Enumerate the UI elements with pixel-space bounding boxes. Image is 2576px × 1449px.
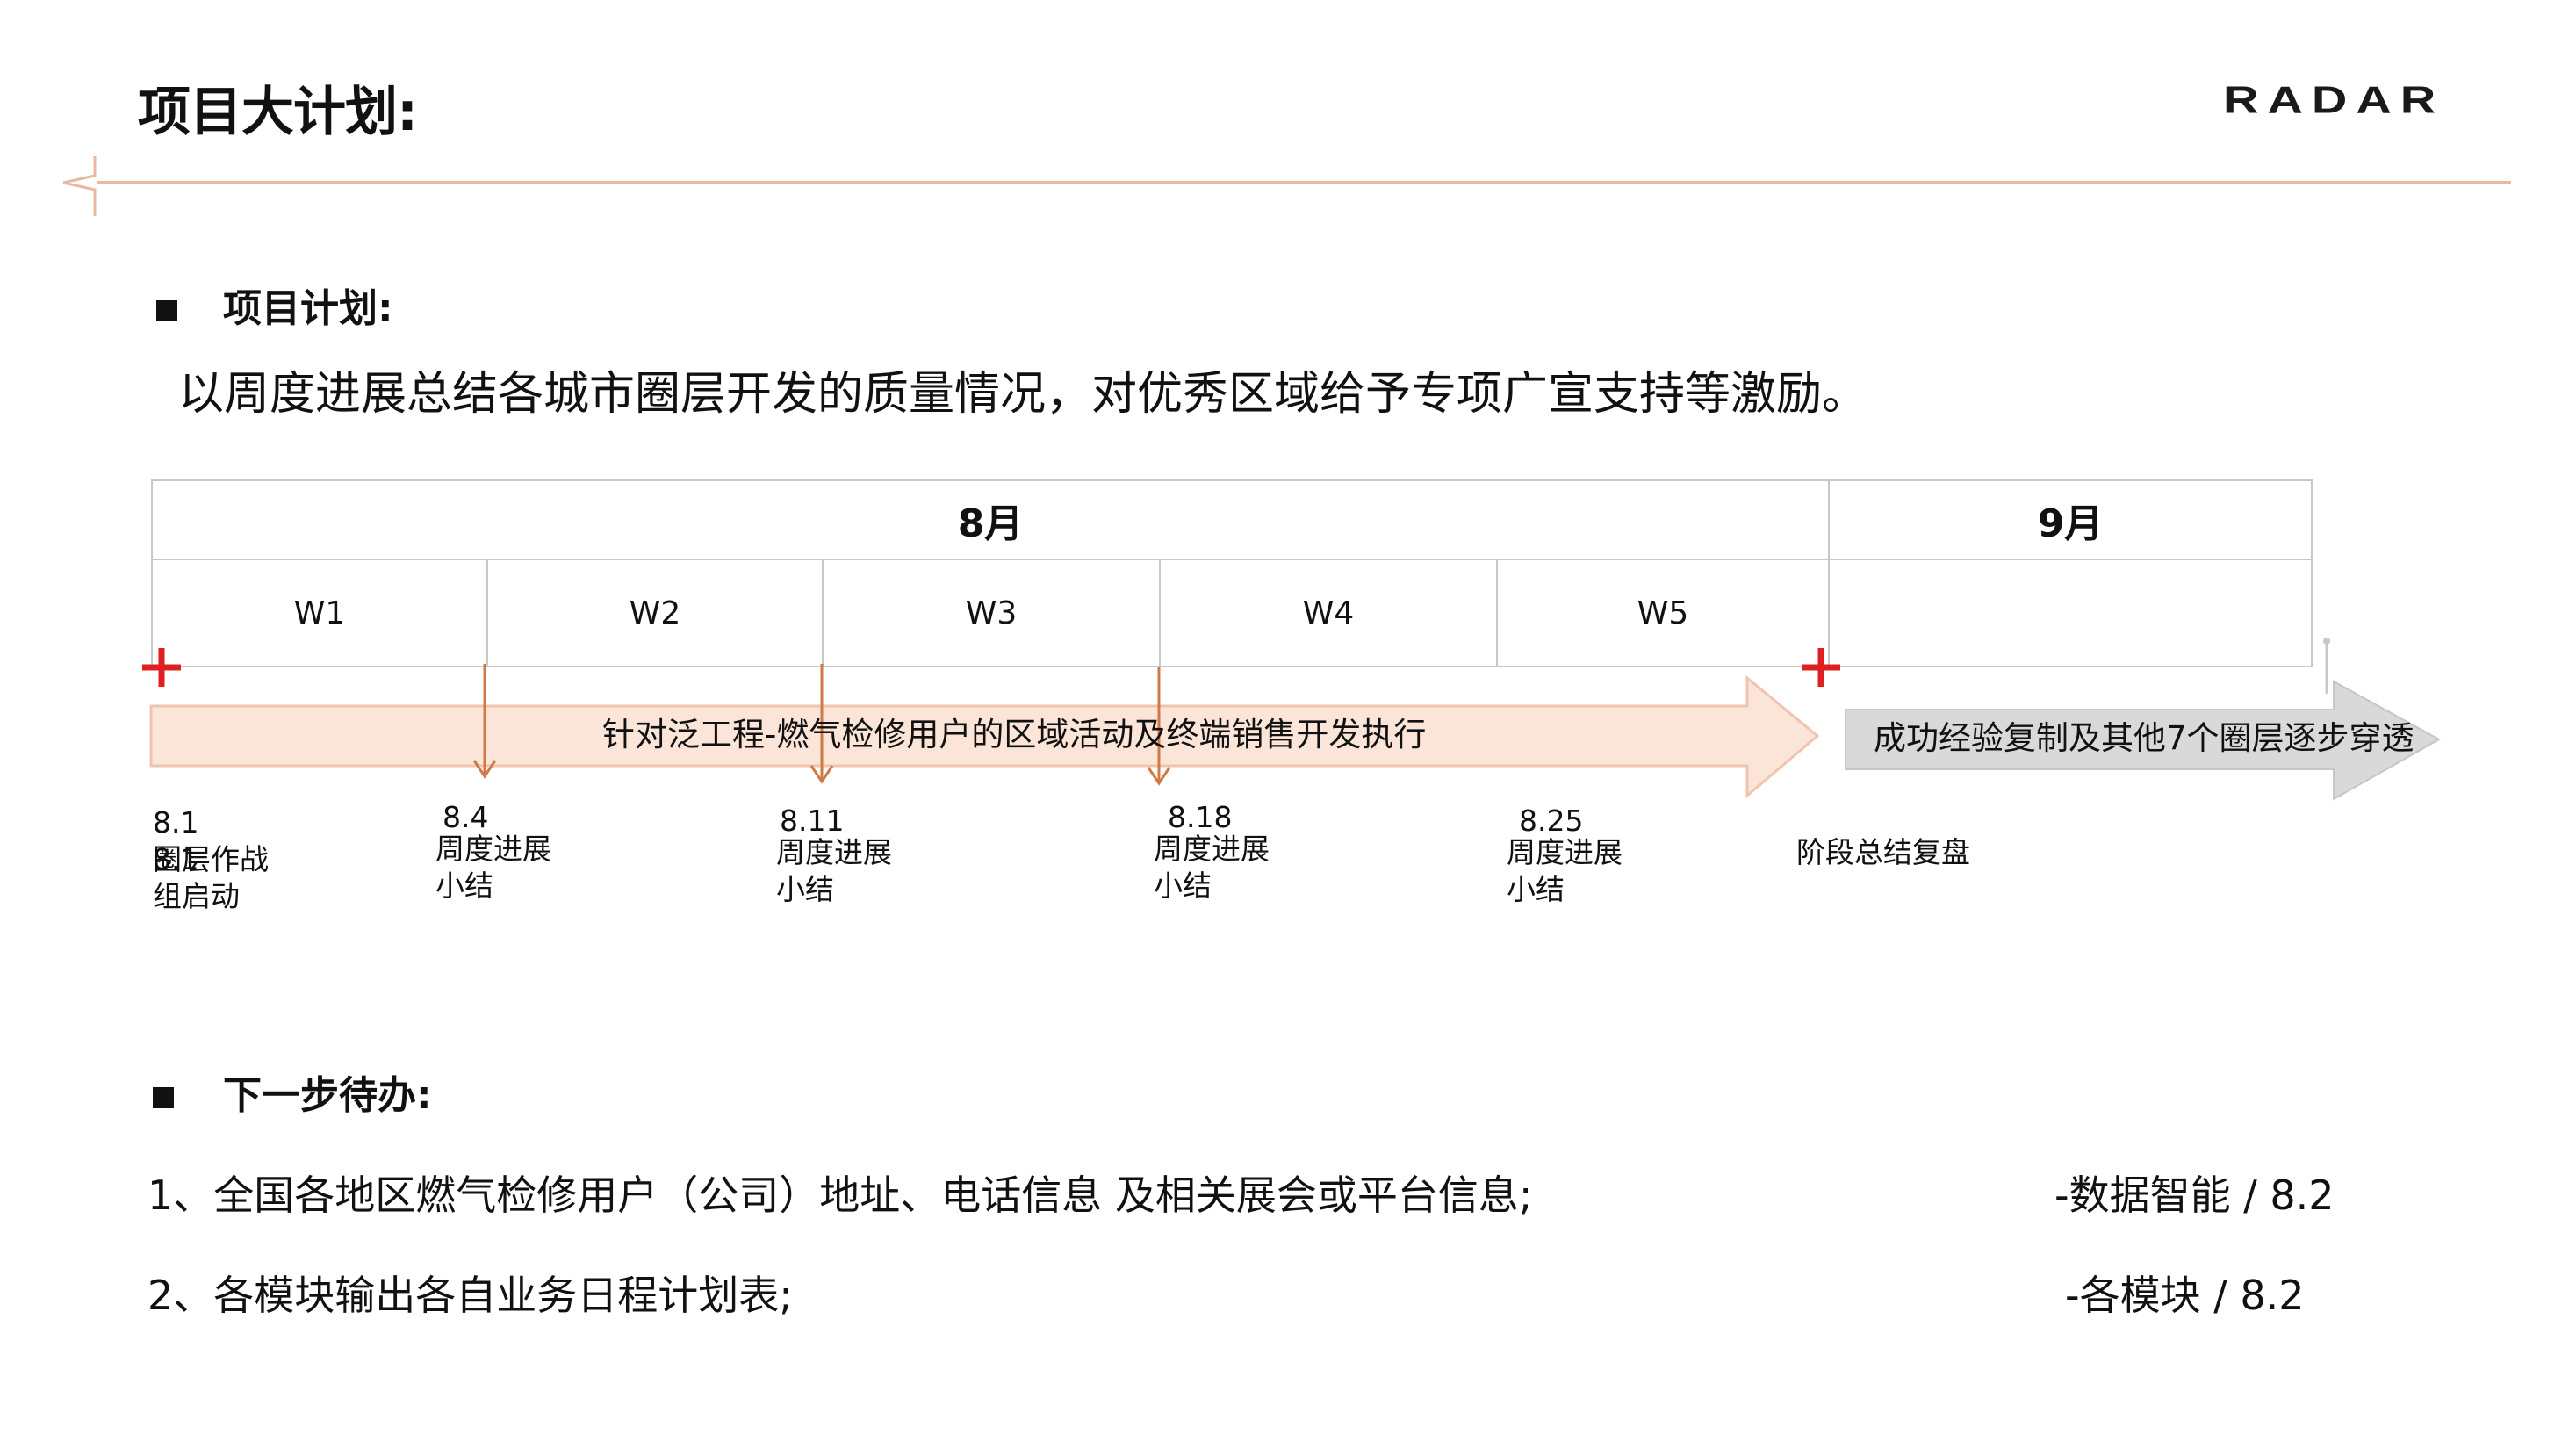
plus-marker-icon [1802, 648, 1840, 687]
milestone-text: 周度进展 小结 [435, 832, 551, 903]
milestone-text: 周度进展 小结 [776, 835, 892, 906]
milestone-text: 阶段总结复盘 [1796, 835, 1970, 869]
milestone-text: 周度进展 小结 [1154, 832, 1270, 903]
todo-item: 2、各模块输出各自业务日程计划表; [148, 1272, 793, 1319]
todo-owner: -数据智能 / 8.2 [2054, 1171, 2335, 1219]
next-steps-heading-row: 下一步待办: [153, 1073, 432, 1120]
bullet-square-icon [153, 1087, 174, 1108]
todo-owner: -各模块 / 8.2 [2065, 1272, 2305, 1319]
phase2-label: 成功经验复制及其他7个圈层逐步穿透 [1874, 719, 2414, 757]
todo-item: 1、全国各地区燃气检修用户（公司）地址、电话信息 及相关展会或平台信息; [148, 1171, 1533, 1219]
milestone-text: 周度进展 小结 [1507, 835, 1623, 906]
milestone-date: 8.1 [153, 805, 199, 840]
plus-marker-icon [142, 648, 181, 687]
next-steps-heading: 下一步待办: [223, 1073, 432, 1118]
milestone-text: 圈层作战 组启动 [153, 842, 269, 913]
phase1-label: 针对泛工程-燃气检修用户的区域活动及终端销售开发执行 [602, 716, 1427, 753]
